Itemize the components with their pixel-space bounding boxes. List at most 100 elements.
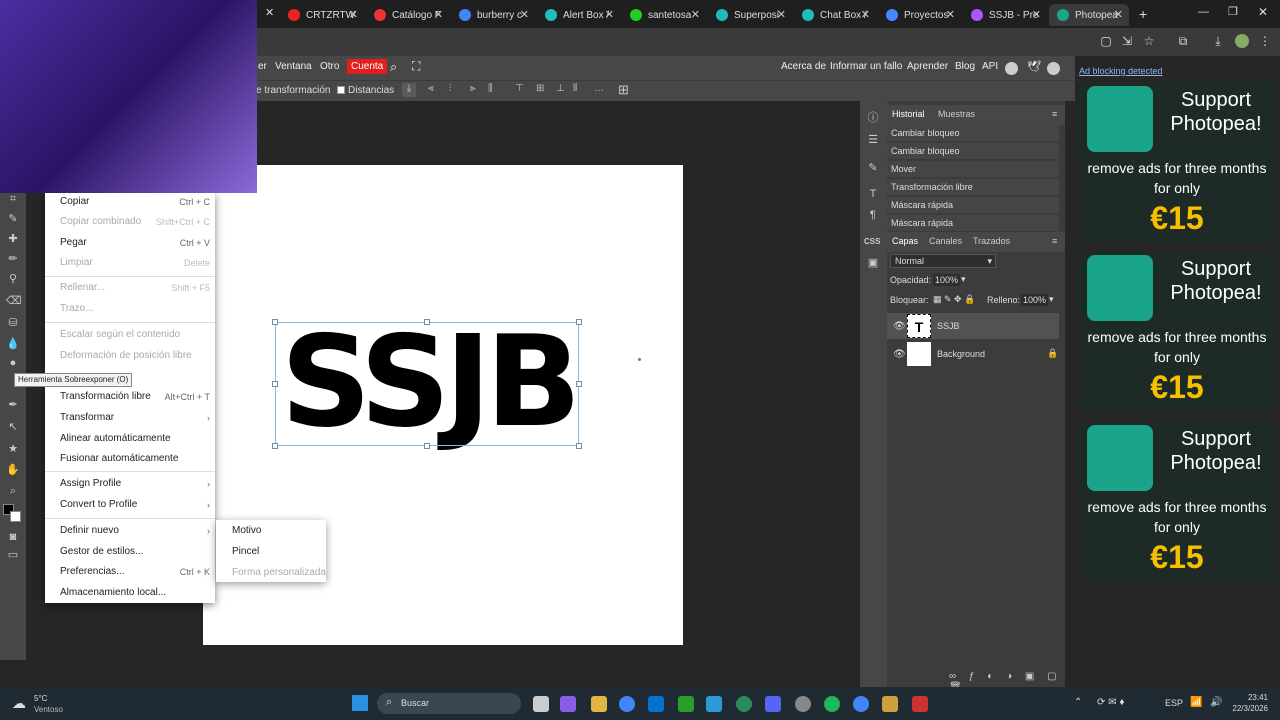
history-entry[interactable]: Máscara rápida: [887, 197, 1059, 214]
tab-close-icon[interactable]: ✕: [777, 8, 786, 21]
tray-chevron-icon[interactable]: ⌃: [1074, 697, 1082, 708]
minimize-icon[interactable]: —: [1198, 6, 1209, 18]
history-entry[interactable]: Máscara rápida: [887, 215, 1059, 232]
dodge-tool-icon[interactable]: ●: [6, 356, 20, 370]
zoom-tool-icon[interactable]: ⌕: [6, 484, 20, 498]
menu-item-preferences[interactable]: Preferencias... Ctrl + K: [60, 563, 210, 581]
menu-item-style-manager[interactable]: Gestor de estilos...: [60, 543, 210, 561]
facebook-icon[interactable]: [1047, 62, 1060, 75]
explorer-icon[interactable]: [591, 696, 607, 712]
distances-checkbox[interactable]: [337, 86, 345, 94]
align-top-icon[interactable]: ⊤: [515, 83, 524, 94]
browser-tab[interactable]: Proyectos ✕: [878, 4, 961, 26]
app-icon[interactable]: [912, 696, 928, 712]
windows-start-icon[interactable]: [352, 695, 368, 711]
fullscreen-icon[interactable]: ⛶: [412, 59, 420, 74]
weather-temp[interactable]: 5°C: [34, 694, 47, 703]
chrome-active-icon[interactable]: [853, 696, 869, 712]
image-panel-icon[interactable]: ▣: [866, 256, 880, 270]
css-icon[interactable]: CSS: [864, 235, 880, 249]
character-icon[interactable]: T: [866, 187, 880, 201]
discord-icon[interactable]: [765, 696, 781, 712]
transform-handle[interactable]: [576, 319, 582, 325]
profile-avatar[interactable]: [1235, 34, 1249, 48]
task-view-icon[interactable]: [533, 696, 549, 712]
distribute-v-icon[interactable]: ⫴: [573, 83, 577, 94]
menu-item-ventana[interactable]: Ventana: [275, 61, 312, 72]
extensions-icon[interactable]: ⧉: [1176, 34, 1190, 48]
tab-capas[interactable]: Capas: [892, 236, 918, 246]
tab-close-icon[interactable]: ✕: [861, 8, 870, 21]
download-icon[interactable]: ⤓: [1211, 34, 1225, 48]
pivot-point[interactable]: [638, 358, 641, 361]
align-download-icon[interactable]: ⤓: [402, 83, 416, 97]
browser-tab[interactable]: santetosa ✕: [622, 4, 706, 26]
align-right-icon[interactable]: ⫸: [470, 83, 476, 94]
clock-time[interactable]: 23:41: [1228, 693, 1268, 702]
hand-tool-icon[interactable]: ✋: [6, 463, 20, 477]
save-page-icon[interactable]: ▢: [1099, 34, 1113, 48]
path-select-tool-icon[interactable]: ↖: [6, 420, 20, 434]
transform-handle[interactable]: [424, 443, 430, 449]
fill-input[interactable]: 100%: [1021, 294, 1049, 306]
blur-tool-icon[interactable]: 💧: [6, 337, 20, 351]
tab-close-icon[interactable]: ✕: [605, 8, 614, 21]
menu-item-about[interactable]: Acerca de: [781, 61, 826, 72]
menu-item-free-transform[interactable]: Transformación libre Alt+Ctrl + T: [60, 388, 210, 406]
tab-close-icon[interactable]: ✕: [349, 8, 358, 21]
transform-bounding-box[interactable]: [272, 319, 582, 449]
transform-handle[interactable]: [576, 443, 582, 449]
info-icon[interactable]: ⓘ: [866, 111, 880, 125]
menu-item-paste[interactable]: Pegar Ctrl + V: [60, 234, 210, 252]
app-icon[interactable]: [706, 696, 722, 712]
teams-icon[interactable]: [560, 696, 576, 712]
align-center-icon[interactable]: ⫶: [449, 83, 452, 94]
paragraph-icon[interactable]: ¶: [866, 208, 880, 222]
history-entry[interactable]: Cambiar bloqueo: [887, 143, 1059, 160]
tab-close-icon[interactable]: ✕: [265, 6, 274, 19]
distribute-icon[interactable]: ⫼: [488, 83, 493, 94]
menu-item-define-new[interactable]: Definir nuevo ›: [60, 522, 210, 540]
background-color-swatch[interactable]: [10, 511, 21, 522]
align-left-icon[interactable]: ⫷: [428, 83, 434, 94]
tab-close-icon[interactable]: ✕: [1114, 8, 1123, 21]
menu-item-assign-profile[interactable]: Assign Profile ›: [60, 475, 210, 493]
minecraft-icon[interactable]: [678, 696, 694, 712]
pen-tool-icon[interactable]: ✒: [6, 398, 20, 412]
align-bottom-icon[interactable]: ⊥: [556, 83, 565, 94]
menu-item-copy[interactable]: Copiar Ctrl + C: [60, 193, 210, 211]
submenu-item-brush[interactable]: Pincel: [232, 543, 382, 561]
bookmark-star-icon[interactable]: ☆: [1142, 34, 1156, 48]
history-entry[interactable]: Mover: [887, 161, 1059, 178]
menu-item-learn[interactable]: Aprender: [907, 61, 948, 72]
language-indicator[interactable]: ESP: [1165, 698, 1183, 708]
bucket-tool-icon[interactable]: ⛁: [6, 316, 20, 330]
menu-item-report-bug[interactable]: Informar un fallo: [830, 61, 902, 72]
stamp-tool-icon[interactable]: ⚲: [6, 272, 20, 286]
reddit-icon[interactable]: [1005, 62, 1018, 75]
grid-icon[interactable]: ⊞: [618, 82, 629, 98]
search-icon[interactable]: ⌕: [390, 59, 397, 75]
tab-close-icon[interactable]: ✕: [434, 8, 443, 21]
blend-mode-select[interactable]: Normal ▾: [890, 254, 996, 268]
layer-row[interactable]: 👁 Background 🔒: [887, 341, 1059, 367]
crop-tool-icon[interactable]: ⌗: [6, 192, 20, 206]
panel-menu-icon[interactable]: ≡: [1052, 109, 1057, 119]
shape-tool-icon[interactable]: ★: [6, 442, 20, 456]
align-middle-icon[interactable]: ⊞: [536, 83, 544, 94]
menu-item-local-storage[interactable]: Almacenamiento local...: [60, 584, 210, 602]
browser-tab[interactable]: SSJB - Pre ✕: [963, 4, 1047, 26]
tab-close-icon[interactable]: ✕: [1032, 8, 1041, 21]
tab-close-icon[interactable]: ✕: [691, 8, 700, 21]
transform-handle[interactable]: [272, 381, 278, 387]
quick-mask-icon[interactable]: ◙: [6, 530, 20, 544]
tab-canales[interactable]: Canales: [929, 236, 962, 246]
obs-icon[interactable]: [795, 696, 811, 712]
clock-date[interactable]: 22/3/2026: [1226, 704, 1268, 713]
spotify-icon[interactable]: [824, 696, 840, 712]
chrome-icon[interactable]: [619, 696, 635, 712]
browser-tab[interactable]: CRTZRTW ✕: [280, 4, 364, 26]
install-icon[interactable]: ⇲: [1120, 34, 1134, 48]
ad-card[interactable]: Support Photopea! remove ads for three m…: [1079, 251, 1275, 411]
transform-handle[interactable]: [272, 443, 278, 449]
